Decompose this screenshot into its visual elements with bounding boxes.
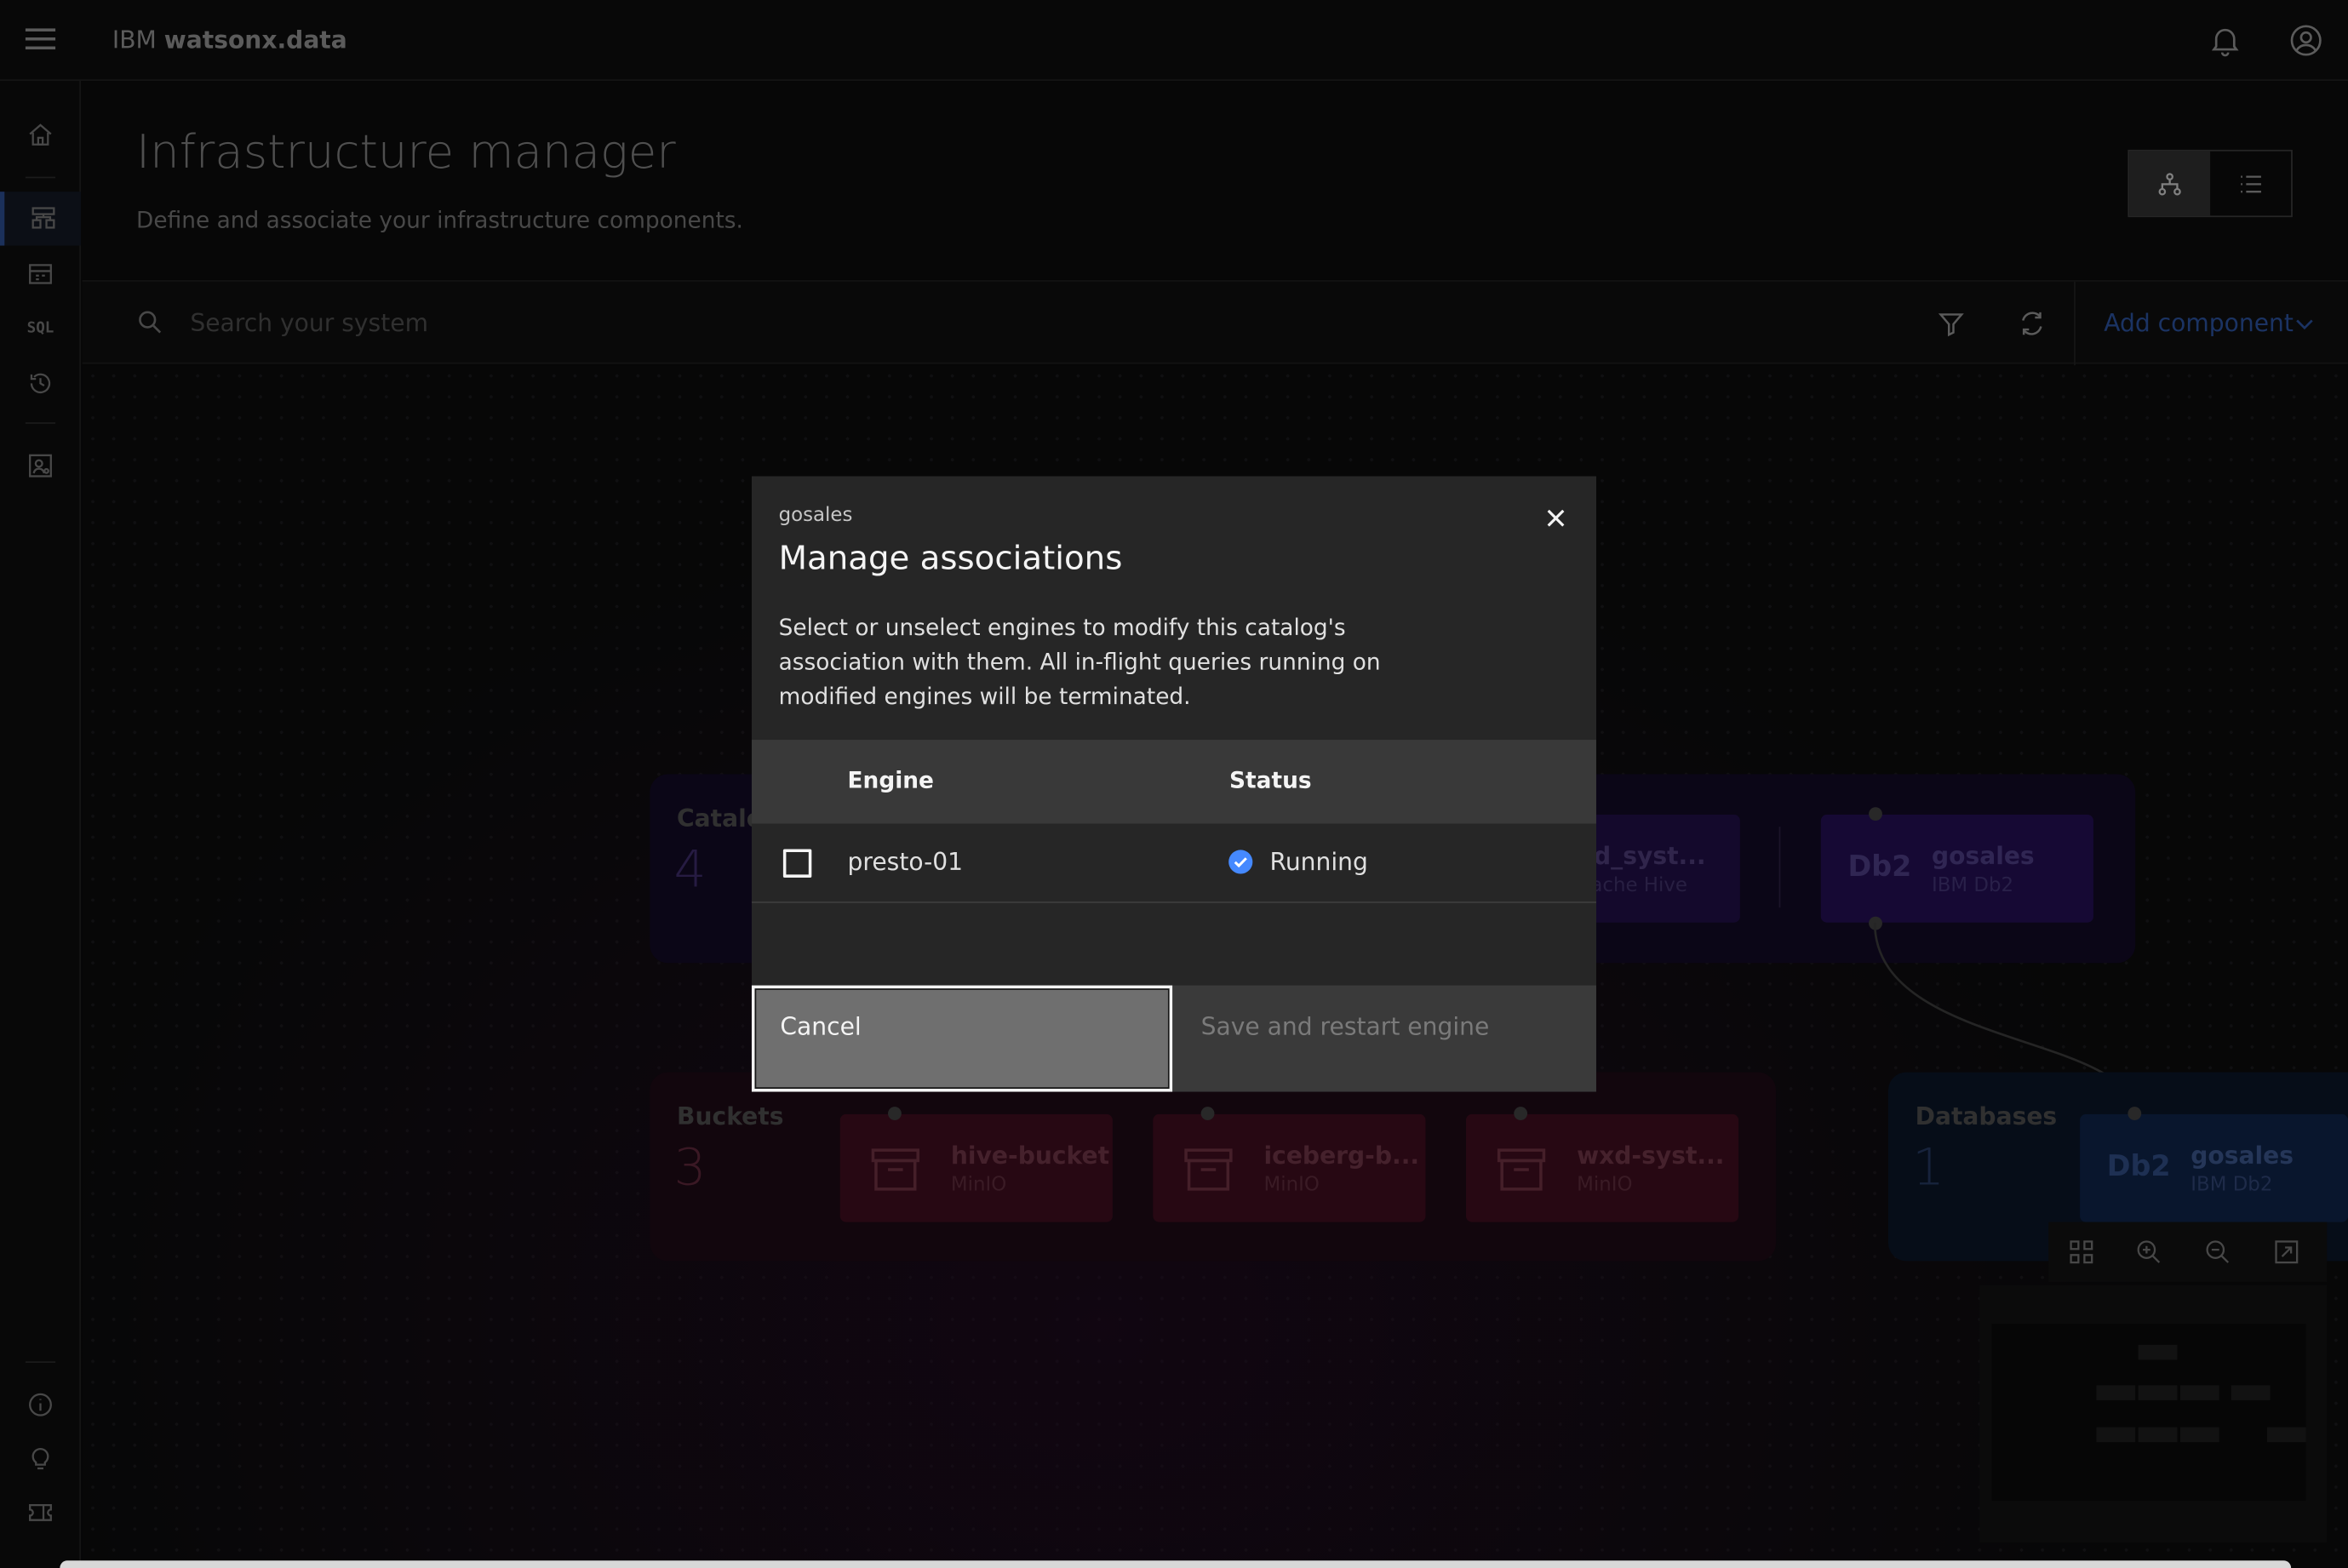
save-and-restart-button[interactable]: Save and restart engine	[1172, 985, 1596, 1092]
engines-table: Engine Status presto-01 Running	[751, 740, 1596, 903]
cancel-button[interactable]: Cancel	[751, 985, 1173, 1092]
cancel-button-label: Cancel	[780, 1012, 862, 1041]
engine-checkbox[interactable]	[782, 849, 812, 878]
close-button[interactable]	[1535, 497, 1577, 539]
modal-title: Manage associations	[778, 541, 1123, 579]
column-header-engine[interactable]: Engine	[848, 767, 934, 794]
modal-description: Select or unselect engines to modify thi…	[778, 614, 1381, 710]
table-header: Engine Status	[751, 740, 1596, 824]
manage-associations-modal: gosales Manage associations Select or un…	[751, 476, 1596, 1092]
column-header-status[interactable]: Status	[1229, 767, 1312, 794]
checkmark-filled-icon	[1228, 850, 1253, 874]
modal-label: gosales	[778, 504, 853, 528]
window-edge	[60, 1560, 2292, 1568]
engine-name: presto-01	[847, 847, 964, 877]
modal-footer: Cancel Save and restart engine	[751, 985, 1596, 1092]
engine-status: Running	[1269, 847, 1368, 877]
table-row: presto-01 Running	[751, 823, 1596, 903]
save-button-label: Save and restart engine	[1200, 1012, 1490, 1041]
close-icon	[1547, 509, 1565, 527]
